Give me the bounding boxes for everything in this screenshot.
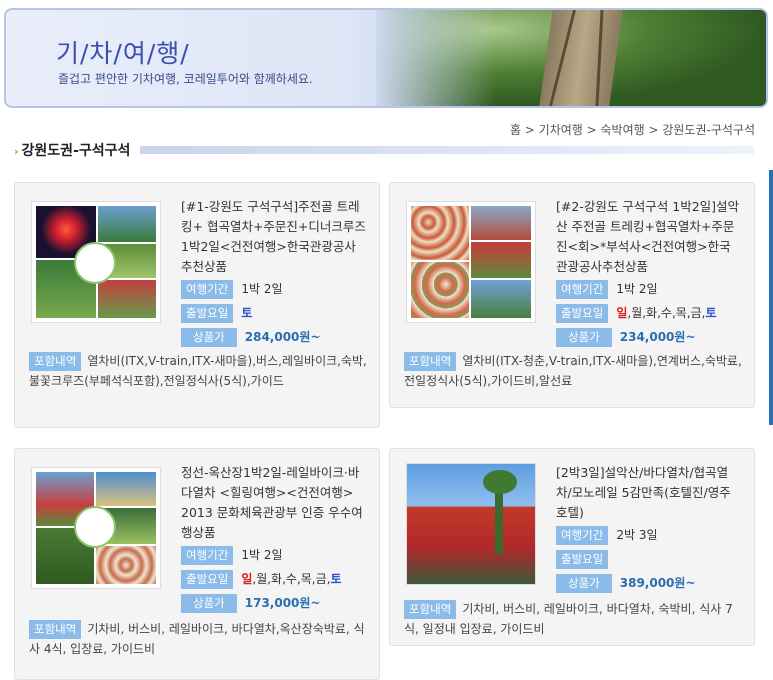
includes-label: 포함내역 <box>404 352 457 371</box>
page-banner: 기/차/여/행/ 즐겁고 편안한 기차여행, 코레일투어와 함께하세요. <box>4 8 768 108</box>
includes: 포함내역 기차비, 버스비, 레일바이크, 바다열차, 숙박비, 식사 7식, 일… <box>404 599 744 639</box>
departure-row: 출발요일 토 <box>181 304 252 323</box>
price-label: 상품가 <box>556 574 612 593</box>
duration-label: 여행기간 <box>556 280 609 299</box>
price-row: 상품가 234,000원~ <box>556 328 696 347</box>
departure-label: 출발요일 <box>181 304 234 323</box>
includes: 포함내역 기차비, 버스비, 레일바이크, 바다열차,옥산장숙박료, 식사 4식,… <box>29 619 369 659</box>
duration-label: 여행기간 <box>556 526 609 545</box>
price-value: 234,000원~ <box>619 330 696 344</box>
section-title: › 강원도권-구석구석 <box>14 143 131 159</box>
product-thumbnail[interactable] <box>31 467 161 589</box>
banner-subtitle: 즐겁고 편안한 기차여행, 코레일투어와 함께하세요. <box>58 72 313 86</box>
duration-row: 여행기간 1박 2일 <box>556 280 658 299</box>
departure-row: 출발요일 일,월,화,수,목,금,토 <box>556 304 717 323</box>
departure-label: 출발요일 <box>181 570 234 589</box>
price-row: 상품가 389,000원~ <box>556 574 696 593</box>
banner-title: 기/차/여/행/ <box>56 39 190 68</box>
departure-value: 일,월,화,수,목,금,토 <box>241 572 342 586</box>
includes: 포함내역 열차비(ITX-청춘,V-train,ITX-새마을),연계버스,숙박료… <box>404 351 744 391</box>
product-thumbnail[interactable] <box>31 201 161 323</box>
duration-value: 1박 2일 <box>241 548 283 562</box>
price-value: 284,000원~ <box>244 330 321 344</box>
price-label: 상품가 <box>556 328 612 347</box>
departure-row: 출발요일 일,월,화,수,목,금,토 <box>181 570 342 589</box>
product-card[interactable]: [#1-강원도 구석구석]주전골 트레킹+ 협곡열차+주문진+디너크루즈 1박2… <box>14 182 380 428</box>
scrollbar[interactable] <box>769 170 773 425</box>
product-thumbnail[interactable] <box>406 463 536 585</box>
product-title[interactable]: [#1-강원도 구석구석]주전골 트레킹+ 협곡열차+주문진+디너크루즈 1박2… <box>181 197 367 277</box>
includes-label: 포함내역 <box>404 600 457 619</box>
duration-value: 1박 2일 <box>241 282 283 296</box>
railway-photo <box>376 10 766 106</box>
product-title[interactable]: 정선-옥산장1박2일-레일바이크·바다열차 <힐링여행><건전여행> 2013 … <box>181 463 367 543</box>
departure-value: 일,월,화,수,목,금,토 <box>616 306 717 320</box>
product-thumbnail[interactable] <box>406 201 536 323</box>
price-label: 상품가 <box>181 594 237 613</box>
price-row: 상품가 173,000원~ <box>181 594 321 613</box>
duration-row: 여행기간 1박 2일 <box>181 280 283 299</box>
duration-row: 여행기간 2박 3일 <box>556 526 658 545</box>
includes: 포함내역 열차비(ITX,V-train,ITX-새마을),버스,레일바이크,숙박… <box>29 351 369 391</box>
departure-label: 출발요일 <box>556 304 609 323</box>
duration-row: 여행기간 1박 2일 <box>181 546 283 565</box>
product-title[interactable]: [#2-강원도 구석구석 1박2일]설악산 주전골 트레킹+협곡열차+주문진<회… <box>556 197 742 277</box>
section-divider <box>140 146 754 154</box>
duration-label: 여행기간 <box>181 280 234 299</box>
duration-value: 1박 2일 <box>616 282 658 296</box>
price-value: 173,000원~ <box>244 596 321 610</box>
departure-value: 토 <box>241 306 253 320</box>
product-card[interactable]: [2박3일]설악산/바다열차/협곡열차/모노레일 5감만족(호텔진/영주호텔) … <box>389 448 755 646</box>
bullet-arrow-icon: › <box>14 145 19 158</box>
breadcrumb: 홈 > 기차여행 > 숙박여행 > 강원도권-구석구석 <box>509 123 755 137</box>
includes-label: 포함내역 <box>29 352 82 371</box>
includes-label: 포함내역 <box>29 620 82 639</box>
duration-label: 여행기간 <box>181 546 234 565</box>
price-value: 389,000원~ <box>619 576 696 590</box>
product-title[interactable]: [2박3일]설악산/바다열차/협곡열차/모노레일 5감만족(호텔진/영주호텔) <box>556 463 742 523</box>
duration-value: 2박 3일 <box>616 528 658 542</box>
price-label: 상품가 <box>181 328 237 347</box>
product-card[interactable]: 정선-옥산장1박2일-레일바이크·바다열차 <힐링여행><건전여행> 2013 … <box>14 448 380 680</box>
product-card[interactable]: [#2-강원도 구석구석 1박2일]설악산 주전골 트레킹+협곡열차+주문진<회… <box>389 182 755 408</box>
departure-label: 출발요일 <box>556 550 609 569</box>
price-row: 상품가 284,000원~ <box>181 328 321 347</box>
departure-row: 출발요일 <box>556 550 616 569</box>
